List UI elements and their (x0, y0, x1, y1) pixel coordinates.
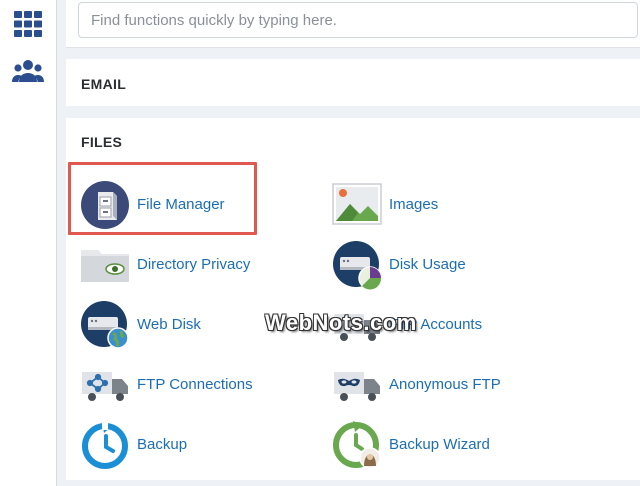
files-section-title: FILES (81, 134, 123, 150)
search-card (66, 0, 640, 48)
images-link[interactable]: Images (332, 180, 572, 230)
disk-usage-icon (333, 241, 382, 290)
directory-privacy-label: Directory Privacy (137, 256, 251, 273)
web-disk-icon (81, 301, 129, 349)
backup-link[interactable]: Backup (80, 420, 320, 470)
email-section: EMAIL (66, 59, 640, 106)
search-input[interactable] (78, 2, 638, 38)
sidebar (0, 0, 57, 486)
main-content: EMAIL FILES File Manager Images (66, 0, 640, 486)
anonymous-ftp-label: Anonymous FTP (389, 376, 501, 393)
ftp-connections-icon (82, 372, 128, 401)
anonymous-ftp-icon (334, 372, 380, 401)
ftp-connections-link[interactable]: FTP Connections (80, 360, 320, 410)
backup-label: Backup (137, 436, 188, 453)
email-section-title[interactable]: EMAIL (81, 76, 126, 92)
ftp-connections-label: FTP Connections (137, 376, 253, 393)
images-icon (332, 183, 382, 225)
backup-wizard-icon (333, 421, 381, 469)
file-manager-highlight-box (68, 162, 257, 235)
disk-usage-link[interactable]: Disk Usage (332, 240, 572, 290)
web-disk-label: Web Disk (137, 316, 201, 333)
anonymous-ftp-link[interactable]: Anonymous FTP (332, 360, 572, 410)
grid-icon[interactable] (12, 10, 44, 38)
users-icon[interactable] (12, 58, 44, 86)
watermark: WebNots.com (265, 310, 417, 335)
backup-icon (82, 422, 128, 469)
directory-privacy-icon (81, 250, 129, 282)
backup-wizard-link[interactable]: Backup Wizard (332, 420, 572, 470)
images-label: Images (389, 196, 439, 213)
backup-wizard-label: Backup Wizard (389, 436, 490, 453)
disk-usage-label: Disk Usage (389, 256, 466, 273)
directory-privacy-link[interactable]: Directory Privacy (80, 240, 320, 290)
